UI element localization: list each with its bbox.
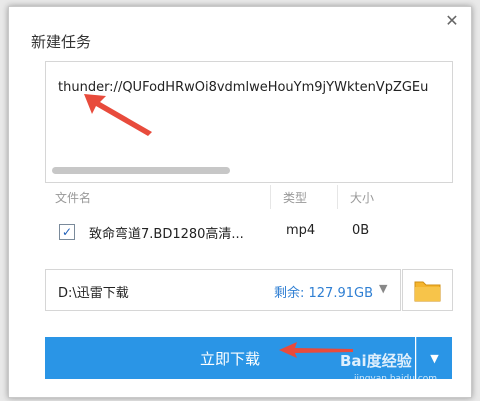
chevron-down-icon[interactable]: ▼ [379, 282, 387, 295]
header-filename[interactable]: 文件名 [55, 189, 91, 206]
header-size[interactable]: 大小 [350, 189, 374, 206]
file-row[interactable]: ✓ 致命弯道7.BD1280高清... mp4 0B [45, 213, 451, 249]
horizontal-scrollbar[interactable] [52, 167, 230, 174]
watermark: Bai度经验 jingyan.baidu.com [340, 350, 470, 396]
browse-folder-button[interactable] [402, 269, 453, 311]
annotation-arrow-url [84, 94, 152, 136]
save-path-text: D:\迅雷下载 [58, 286, 129, 301]
file-list-header: 文件名 类型 大小 [45, 185, 451, 209]
file-checkbox[interactable]: ✓ [59, 224, 75, 240]
header-type[interactable]: 类型 [283, 189, 307, 206]
check-icon: ✓ [61, 225, 73, 239]
free-space-label: 剩余: 127.91GB [274, 286, 373, 301]
close-icon: ✕ [445, 11, 459, 30]
save-path-select[interactable]: D:\迅雷下载 剩余: 127.91GB ▼ [45, 269, 401, 311]
file-name: 致命弯道7.BD1280高清... [89, 227, 244, 242]
file-type: mp4 [286, 223, 316, 238]
folder-icon [414, 281, 441, 302]
watermark-url: jingyan.baidu.com [354, 374, 438, 384]
close-button[interactable]: ✕ [438, 8, 466, 34]
file-size: 0B [352, 223, 370, 238]
new-task-dialog: 新建任务 thunder://QUFodHRwOi8vdmlweHouYm9jY… [8, 6, 472, 398]
watermark-brand: Bai度经验 [340, 352, 412, 370]
dialog-title: 新建任务 [31, 33, 92, 51]
